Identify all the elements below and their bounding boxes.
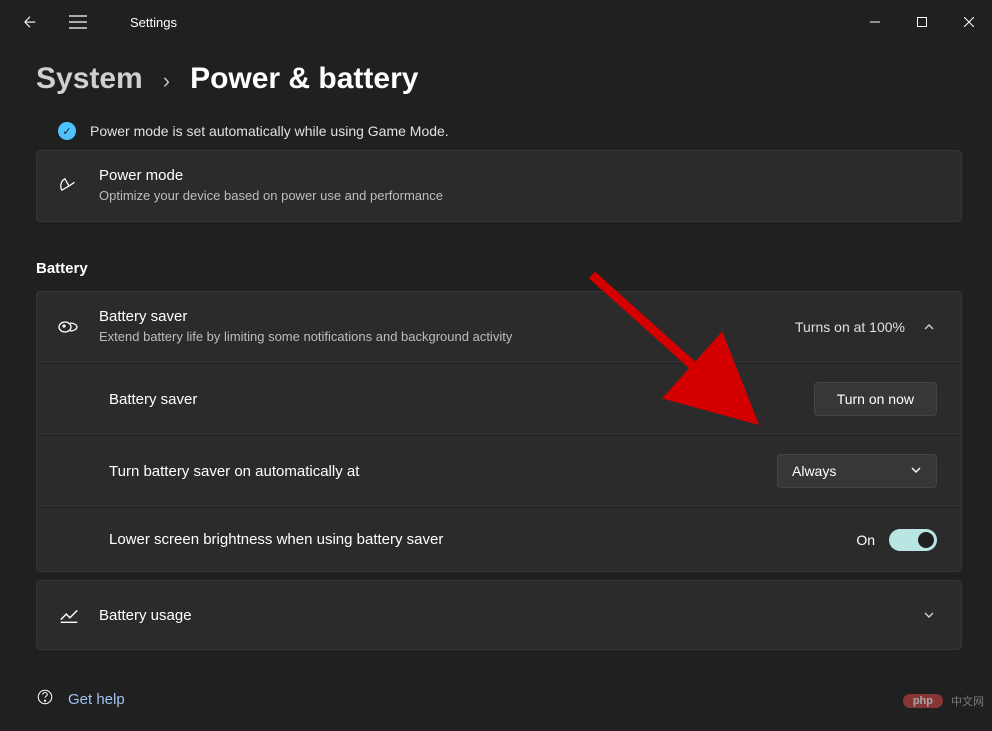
- power-mode-card[interactable]: Power mode Optimize your device based on…: [36, 150, 962, 222]
- auto-threshold-value: Always: [792, 463, 836, 479]
- get-help-link[interactable]: Get help: [68, 691, 125, 708]
- battery-usage-icon: [57, 604, 81, 626]
- notice-text: Power mode is set automatically while us…: [90, 123, 449, 139]
- auto-threshold-dropdown[interactable]: Always: [777, 454, 937, 488]
- battery-saver-toggle-row: Battery saver Turn on now: [36, 363, 962, 435]
- close-button[interactable]: [945, 6, 992, 38]
- battery-usage-title: Battery usage: [99, 607, 903, 624]
- maximize-button[interactable]: [898, 6, 945, 38]
- page-content: System › Power & battery ✓ Power mode is…: [0, 62, 992, 710]
- back-button[interactable]: [20, 12, 40, 32]
- battery-saver-row-label: Battery saver: [109, 391, 796, 408]
- chevron-up-icon[interactable]: [921, 321, 937, 333]
- chevron-down-icon: [910, 463, 922, 479]
- breadcrumb-parent[interactable]: System: [36, 62, 143, 96]
- battery-saver-header-card[interactable]: Battery saver Extend battery life by lim…: [36, 291, 962, 363]
- chevron-right-icon: ›: [163, 68, 170, 94]
- help-icon: [36, 688, 54, 710]
- breadcrumb: System › Power & battery: [36, 62, 962, 96]
- battery-saver-icon: [57, 317, 81, 337]
- info-icon: ✓: [58, 122, 76, 140]
- lower-brightness-toggle[interactable]: [889, 529, 937, 551]
- titlebar: Settings: [0, 0, 992, 44]
- related-links: Get help: [36, 688, 962, 710]
- power-mode-title: Power mode: [99, 167, 937, 184]
- toggle-thumb: [918, 532, 934, 548]
- battery-saver-subtitle: Extend battery life by limiting some not…: [99, 328, 777, 346]
- minimize-button[interactable]: [851, 6, 898, 38]
- chevron-down-icon[interactable]: [921, 609, 937, 621]
- titlebar-left: Settings: [20, 12, 177, 32]
- watermark-text: 中文网: [951, 693, 984, 709]
- breadcrumb-current: Power & battery: [190, 62, 418, 96]
- game-mode-notice: ✓ Power mode is set automatically while …: [36, 118, 962, 150]
- battery-saver-title: Battery saver: [99, 308, 777, 325]
- lower-brightness-state: On: [856, 532, 875, 548]
- battery-saver-auto-row: Turn battery saver on automatically at A…: [36, 435, 962, 507]
- window-controls: [851, 6, 992, 38]
- battery-saver-status-text: Turns on at 100%: [795, 319, 905, 335]
- power-mode-subtitle: Optimize your device based on power use …: [99, 187, 937, 205]
- lower-brightness-row: Lower screen brightness when using batte…: [36, 507, 962, 572]
- battery-usage-card[interactable]: Battery usage: [36, 580, 962, 650]
- battery-section-heading: Battery: [36, 260, 962, 277]
- watermark-logo: php: [903, 694, 943, 708]
- battery-saver-group: Battery saver Extend battery life by lim…: [36, 291, 962, 572]
- power-mode-icon: [57, 175, 81, 197]
- turn-on-now-button[interactable]: Turn on now: [814, 382, 937, 416]
- menu-button[interactable]: [68, 12, 88, 32]
- auto-threshold-label: Turn battery saver on automatically at: [109, 463, 759, 480]
- watermark: php 中文网: [903, 693, 984, 709]
- lower-brightness-label: Lower screen brightness when using batte…: [109, 531, 838, 548]
- app-title: Settings: [130, 15, 177, 30]
